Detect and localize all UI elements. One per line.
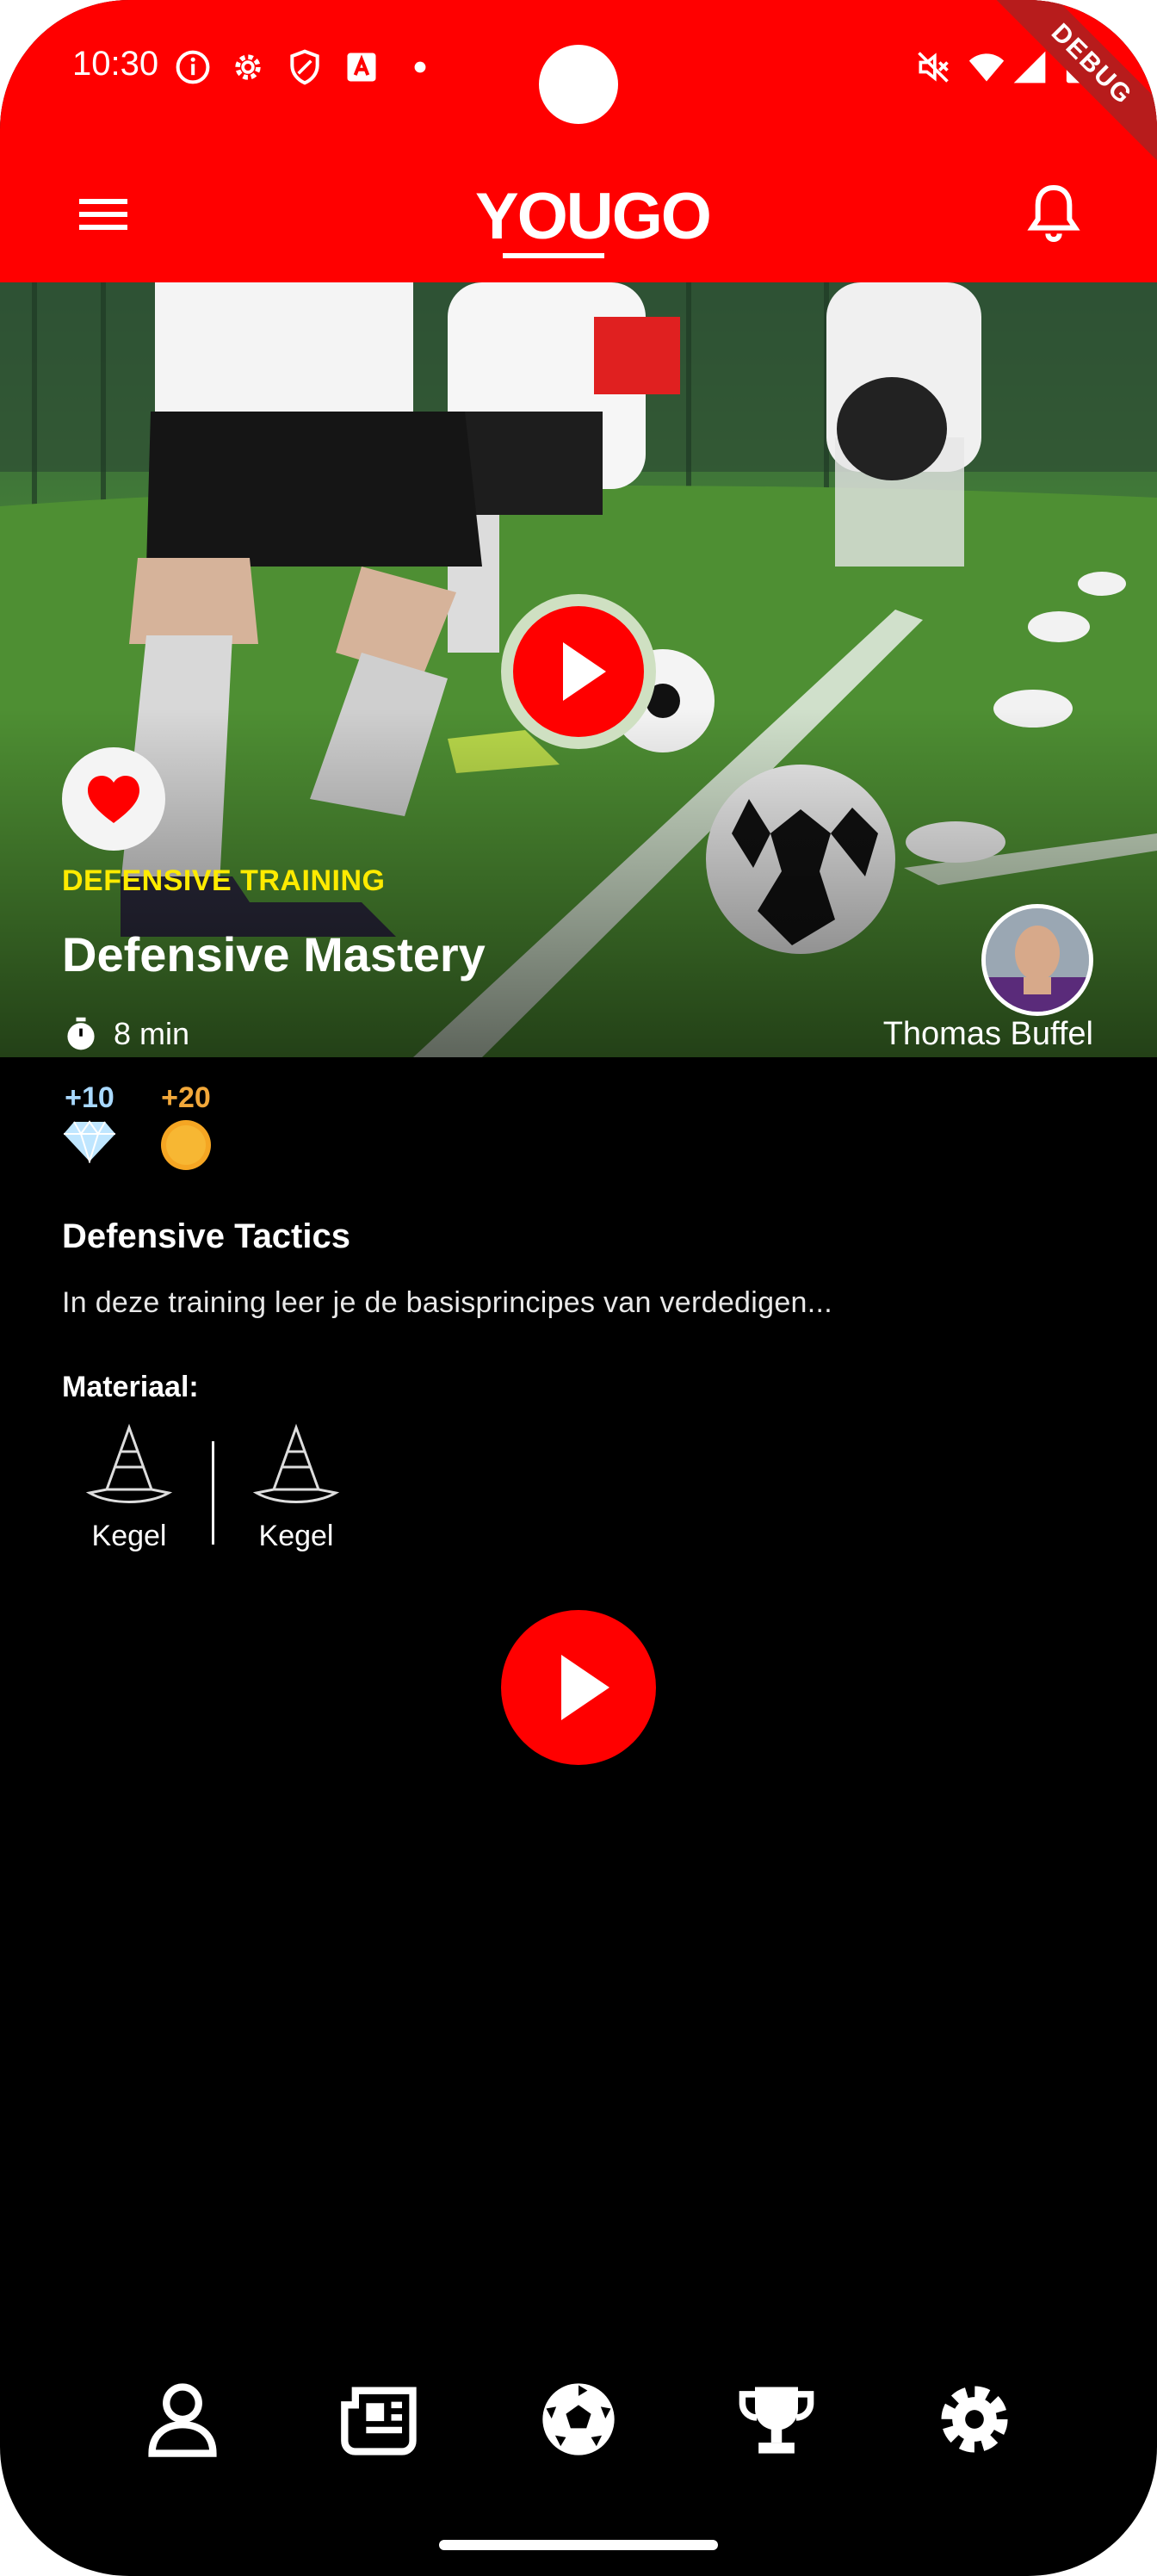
- material-item: Kegel: [77, 1422, 181, 1553]
- hero-play-button[interactable]: [501, 594, 656, 749]
- duration: 8 min: [62, 1014, 189, 1054]
- app-icon: [347, 53, 376, 82]
- hero-play-button-inner: [513, 606, 644, 737]
- logo-underline: [503, 253, 604, 258]
- soccer-ball-icon[interactable]: [535, 2376, 622, 2462]
- materials-divider: [212, 1441, 214, 1545]
- coach-name: Thomas Buffel: [882, 1016, 1093, 1052]
- material-item: Kegel: [244, 1422, 348, 1553]
- newspaper-icon[interactable]: [337, 2376, 424, 2462]
- person-icon[interactable]: [139, 2376, 226, 2462]
- training-description: In deze training leer je de basisprincip…: [62, 1286, 832, 1319]
- reward-coins: +20: [152, 1081, 220, 1172]
- reward-diamonds-value: +10: [65, 1081, 114, 1114]
- hero-banner[interactable]: DEFENSIVE TRAINING Defensive Mastery 8 m…: [0, 282, 1157, 1057]
- trophy-icon[interactable]: [733, 2376, 820, 2462]
- status-bar: 10:30 DEBUG: [0, 0, 1157, 171]
- gear-icon[interactable]: [931, 2376, 1018, 2462]
- app-bar: YOUGO: [0, 146, 1157, 282]
- play-icon: [561, 1655, 609, 1720]
- duration-text: 8 min: [114, 1016, 190, 1051]
- top-bar: 10:30 DEBUG YOUGO: [0, 0, 1157, 282]
- phone-screen: 10:30 DEBUG YOUGO DEFENSIVE TRAINING Def…: [0, 0, 1157, 2576]
- favorite-button[interactable]: [62, 747, 165, 851]
- home-indicator[interactable]: [439, 2540, 718, 2550]
- diamond-icon: [64, 1120, 115, 1163]
- reward-coins-value: +20: [161, 1081, 211, 1114]
- section-title: Defensive Tactics: [62, 1217, 350, 1255]
- app-logo: YOUGO: [475, 172, 712, 258]
- start-training-button[interactable]: [501, 1610, 656, 1765]
- play-icon: [563, 642, 606, 701]
- camera-cutout: [539, 45, 618, 124]
- info-icon: [176, 50, 210, 84]
- material-label: Kegel: [91, 1520, 167, 1552]
- bottom-navigation: [0, 2376, 1157, 2480]
- bell-icon[interactable]: [1019, 179, 1088, 248]
- logo-text: YOUGO: [475, 180, 712, 253]
- wifi-icon: [968, 53, 1005, 82]
- mute-icon: [918, 52, 949, 83]
- training-category: DEFENSIVE TRAINING: [62, 864, 386, 897]
- training-title: Defensive Mastery: [62, 927, 486, 981]
- coin-icon: [161, 1120, 211, 1170]
- coach-photo: [986, 908, 1089, 1012]
- cone-icon: [85, 1423, 173, 1503]
- cone-icon: [252, 1423, 340, 1503]
- material-label: Kegel: [258, 1520, 334, 1552]
- dot-icon: [414, 61, 426, 73]
- signal-icon: [1013, 51, 1046, 84]
- gear-icon: [235, 54, 261, 80]
- menu-icon[interactable]: [69, 184, 138, 245]
- coach-avatar[interactable]: [981, 904, 1093, 1016]
- timer-icon: [67, 1017, 95, 1050]
- status-time: 10:30: [72, 45, 159, 83]
- materials-title: Materiaal:: [62, 1371, 199, 1403]
- reward-diamonds: +10: [55, 1081, 124, 1163]
- shield-icon: [290, 49, 319, 85]
- heart-icon: [88, 776, 139, 823]
